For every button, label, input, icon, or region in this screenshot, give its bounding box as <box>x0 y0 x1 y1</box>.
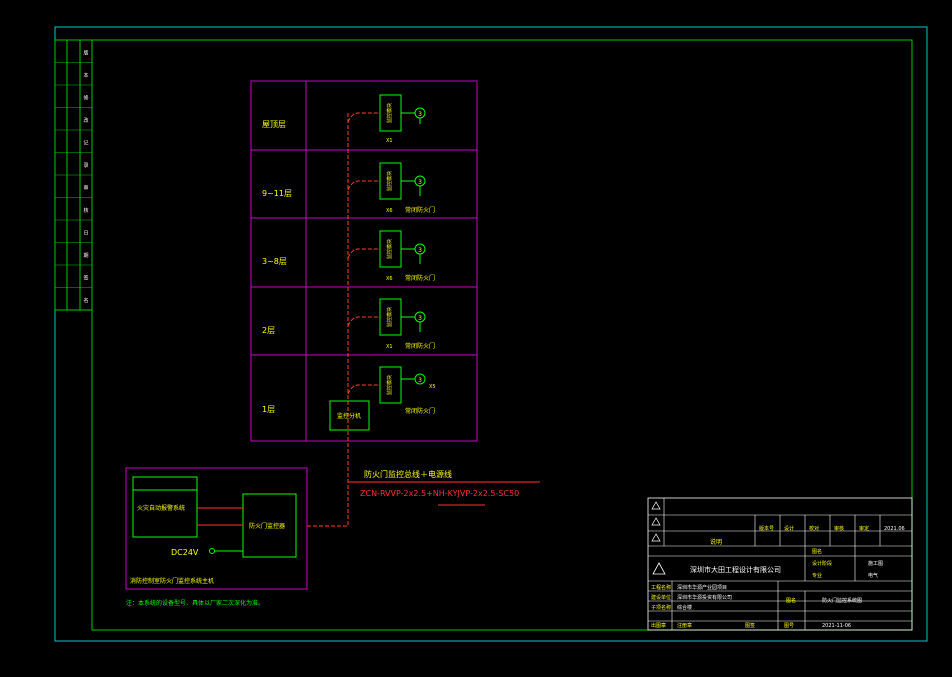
control-room: 火灾自动报警系统 防火门监控器 DC24V 消防控制室防火门监控系统主机 <box>125 467 308 590</box>
floor-label: 3~8层 <box>262 257 287 266</box>
device-unit: 常闭防火门 <box>405 407 435 415</box>
svg-text:监控模块: 监控模块 <box>386 171 393 191</box>
device-qty: X1 <box>386 138 393 144</box>
strip-label: 改 <box>83 117 88 124</box>
floor-label: 屋顶层 <box>262 120 286 129</box>
discipline: 电气 <box>868 572 878 579</box>
row-cell: 出图章 <box>651 622 666 629</box>
company-name: 深圳市大田工程设计有限公司 <box>690 565 781 574</box>
drawing-title-sm-label: 图名 <box>786 597 796 604</box>
left-strip: 版本修改记录审核日期签名 <box>54 39 93 311</box>
number-label: 图号 <box>784 623 794 629</box>
strip-label: 修 <box>83 94 88 101</box>
strip-label: 名 <box>83 297 88 304</box>
sign-header: 版本号 <box>759 525 774 532</box>
svg-text:监控模块: 监控模块 <box>386 375 393 395</box>
subitem: 综合楼 <box>677 604 692 611</box>
row-cell: 图签 <box>745 622 755 629</box>
sign-header: 校对 <box>809 525 819 532</box>
strip-label: 期 <box>83 253 88 259</box>
power-label: DC24V <box>171 548 199 557</box>
svg-text:3: 3 <box>418 179 422 186</box>
floor-row-roof: 监控模块 3 X1 <box>347 94 426 144</box>
strip-label: 录 <box>83 162 88 169</box>
strip-label: 日 <box>83 230 88 236</box>
footnote: 注：本系统的设备型号、具体以厂家二次深化为准。 <box>126 599 264 607</box>
svg-text:火灾自动报警系统: 火灾自动报警系统 <box>137 504 185 512</box>
device-unit: 常闭防火门 <box>405 342 435 350</box>
project-label: 工程名称 <box>651 584 671 591</box>
sign-header: 审定 <box>859 525 869 532</box>
client: 深圳市华源投资有限公司 <box>677 594 732 601</box>
floor-row-1: 监控模块 3 X5 常闭防火门 监控分机 <box>329 366 436 431</box>
bus-trunk <box>306 113 349 527</box>
svg-text:3: 3 <box>418 111 422 118</box>
floor-row-2: 监控模块 3 X1 常闭防火门 <box>347 298 435 350</box>
sign-date: 2021.06 <box>884 526 905 532</box>
floor-label: 9~11层 <box>262 189 292 198</box>
strip-label: 记 <box>83 139 88 146</box>
cable-spec: ZCN-RVVP-2x2.5+NH-KYJVP-2x2.5-SC50 <box>360 489 519 498</box>
svg-text:监控模块: 监控模块 <box>386 307 393 327</box>
floor-label: 1层 <box>262 405 275 414</box>
phase-label: 设计阶段 <box>812 560 832 567</box>
strip-label: 核 <box>83 207 88 214</box>
sign-header: 审核 <box>834 525 844 532</box>
subitem-label: 子项名称 <box>651 604 671 611</box>
inner-frame <box>91 39 913 631</box>
floor-row-3-8: 监控模块 3 X6 常闭防火门 <box>347 230 435 282</box>
device-unit: 常闭防火门 <box>405 206 435 214</box>
sign-header: 设计 <box>784 525 794 532</box>
drawing-canvas: 版本修改记录审核日期签名 屋顶层 9~11层 3~8层 2层 1层 监控模块 3… <box>54 26 928 642</box>
device-qty: X1 <box>386 344 393 350</box>
svg-text:监控模块: 监控模块 <box>386 239 393 259</box>
strip-label: 版 <box>83 49 88 56</box>
svg-text:防火门监控器: 防火门监控器 <box>249 522 285 530</box>
device-qty: X6 <box>386 276 393 282</box>
svg-text:监控分机: 监控分机 <box>337 412 361 420</box>
svg-text:3: 3 <box>418 247 422 254</box>
power-terminal-icon <box>209 548 215 554</box>
device-unit: 常闭防火门 <box>405 274 435 282</box>
row-cell: 注册章 <box>677 622 692 629</box>
svg-text:监控模块: 监控模块 <box>386 103 393 123</box>
company-logo-icon <box>652 562 666 575</box>
floor-label: 2层 <box>262 326 275 335</box>
project: 深圳市华源产业园项目 <box>677 584 727 591</box>
desc-label: 说明 <box>710 538 722 546</box>
client-label: 建设单位 <box>651 594 671 601</box>
date: 2021-11-06 <box>822 623 851 629</box>
control-room-label: 消防控制室防火门监控系统主机 <box>130 577 214 585</box>
svg-text:3: 3 <box>418 377 422 384</box>
device-qty: X6 <box>386 208 393 214</box>
phase: 施工图 <box>868 560 883 567</box>
discipline-label: 专业 <box>812 572 822 579</box>
strip-label: 本 <box>83 72 88 79</box>
svg-text:3: 3 <box>418 315 422 322</box>
cable-note: 防火门监控总线＋电源线 <box>364 469 452 479</box>
drawing-title: 防火门监控系统图 <box>822 597 862 604</box>
revision-triangle-icon <box>651 501 661 510</box>
device-qty: X5 <box>429 384 436 390</box>
strip-label: 签 <box>83 274 88 281</box>
revision-triangle-icon <box>651 517 661 526</box>
floor-row-9-11: 监控模块 3 X6 常闭防火门 <box>347 162 435 214</box>
strip-label: 审 <box>83 184 88 191</box>
drawing-title-label: 图名 <box>812 548 822 555</box>
revision-triangle-icon <box>651 533 661 542</box>
